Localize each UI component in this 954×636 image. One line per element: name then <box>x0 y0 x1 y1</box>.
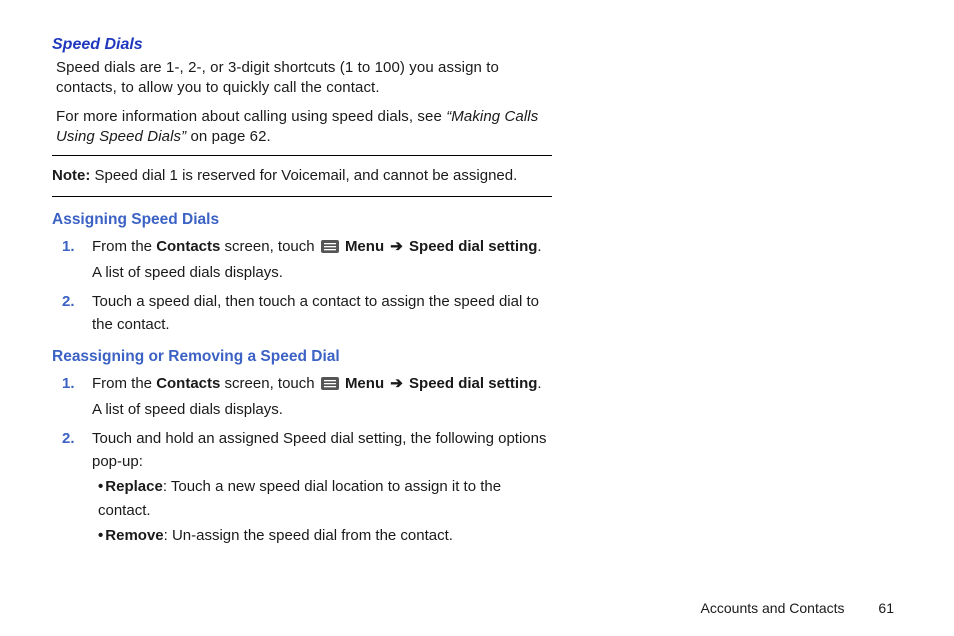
subheading-reassigning: Reassigning or Removing a Speed Dial <box>52 348 552 366</box>
footer-page-number: 61 <box>878 600 894 616</box>
bullet-replace: •Replace: Touch a new speed dial locatio… <box>92 475 552 522</box>
step2-text: Touch a speed dial, then touch a contact… <box>92 293 539 333</box>
section-heading: Speed Dials <box>52 36 552 54</box>
step-number: 2. <box>62 290 75 313</box>
rstep1-menu-label: Menu <box>345 375 384 392</box>
step-number: 1. <box>62 235 75 258</box>
intro-paragraph-2: For more information about calling using… <box>56 107 552 148</box>
reassign-step-1: 1. From the Contacts screen, touch Menu … <box>92 372 552 421</box>
note-label: Note: <box>52 167 90 184</box>
footer-section-name: Accounts and Contacts <box>701 600 845 616</box>
assign-step-1: 1. From the Contacts screen, touch Menu … <box>92 235 552 284</box>
assign-step-2: 2. Touch a speed dial, then touch a cont… <box>92 290 552 337</box>
step1-menu-label: Menu <box>345 238 384 255</box>
step-number: 1. <box>62 372 75 395</box>
subheading-assigning: Assigning Speed Dials <box>52 211 552 229</box>
page-footer: Accounts and Contacts 61 <box>701 600 894 616</box>
intro-paragraph-1: Speed dials are 1-, 2-, or 3-digit short… <box>56 58 552 99</box>
bullet-remove-label: Remove <box>105 527 163 544</box>
intro2-post: on page 62. <box>186 128 271 145</box>
rstep1-contacts: Contacts <box>156 375 220 392</box>
note-text: Speed dial 1 is reserved for Voicemail, … <box>90 167 517 184</box>
reassign-step-2: 2. Touch and hold an assigned Speed dial… <box>92 427 552 547</box>
note-block: Note: Speed dial 1 is reserved for Voice… <box>52 155 552 197</box>
bullet-remove-text: : Un-assign the speed dial from the cont… <box>164 527 453 544</box>
bullet-dot: • <box>98 478 103 495</box>
step1-contacts: Contacts <box>156 238 220 255</box>
rstep2-text: Touch and hold an assigned Speed dial se… <box>92 430 547 470</box>
bullet-dot: • <box>98 527 103 544</box>
step1-text-a: From the <box>92 238 156 255</box>
rstep1-text-a: From the <box>92 375 156 392</box>
menu-icon <box>321 237 339 260</box>
intro2-pre: For more information about calling using… <box>56 108 446 125</box>
rstep1-speed-dial-setting: Speed dial setting <box>409 375 537 392</box>
step1-speed-dial-setting: Speed dial setting <box>409 238 537 255</box>
menu-icon <box>321 374 339 397</box>
rstep1-text-c: screen, touch <box>220 375 318 392</box>
arrow-icon: ➔ <box>390 375 403 392</box>
step-number: 2. <box>62 427 75 450</box>
bullet-replace-label: Replace <box>105 478 163 495</box>
step1-text-c: screen, touch <box>220 238 318 255</box>
arrow-icon: ➔ <box>390 238 403 255</box>
bullet-remove: •Remove: Un-assign the speed dial from t… <box>92 524 552 547</box>
